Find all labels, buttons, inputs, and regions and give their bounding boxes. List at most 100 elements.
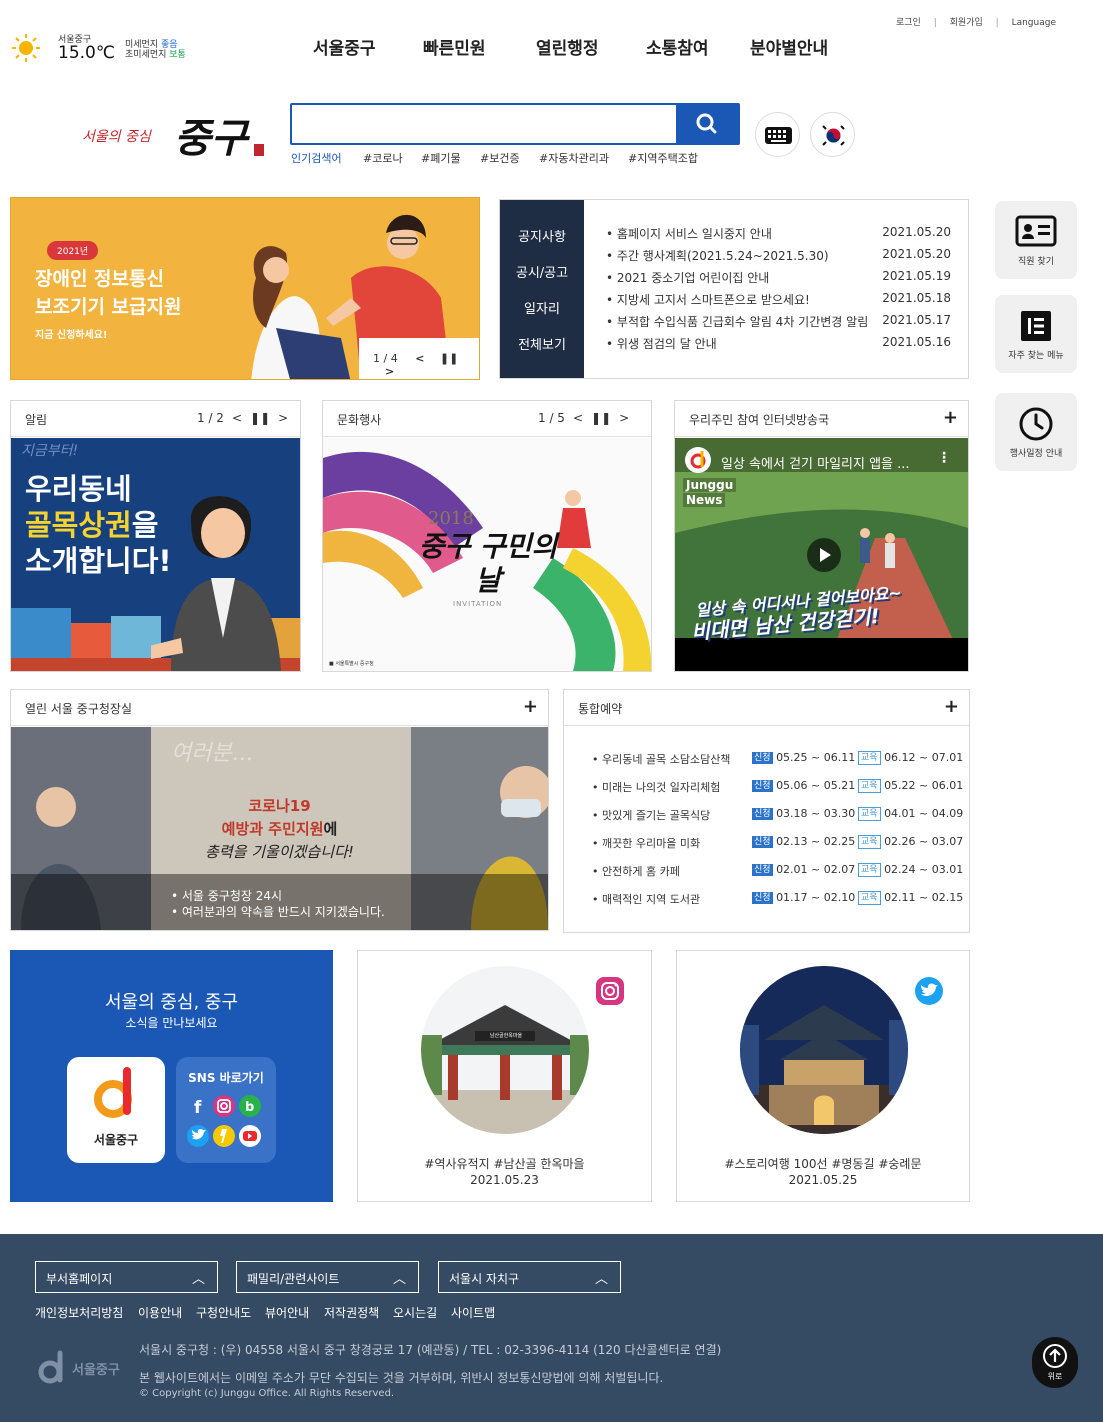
reservation-item[interactable]: • 맛있게 즐기는 골목식당 신청 03.18 ~ 03.30 교육 04.01 ~… [592, 807, 963, 823]
event-schedule-button[interactable]: 행사일정 안내 [995, 393, 1077, 471]
instagram-post[interactable]: 남산골한옥마을 #역사유적지 #남산골 한옥마을 2021.05.23 [357, 950, 652, 1202]
broadcast-video[interactable]: 일상 속에서 걷기 마일리지 앱을 ... ⋮ Junggu News 일상 속… [675, 438, 968, 671]
alim-controls: 1 / 2 < ❚❚ > [189, 411, 288, 425]
tag-housing[interactable]: #지역주택조합 [628, 150, 698, 166]
nav-field-guide[interactable]: 분야별안내 [750, 34, 828, 59]
culture-pager: 1 / 5 [538, 411, 565, 425]
nav-open-admin[interactable]: 열린행정 [536, 34, 599, 59]
blog-icon[interactable]: b [239, 1095, 261, 1117]
culture-prev-icon[interactable]: < [573, 411, 583, 425]
reservation-header: 통합예약 [564, 690, 969, 726]
weather-temp: 15.0℃ [58, 43, 115, 63]
copyright-policy-link[interactable]: 저작권정책 [324, 1304, 379, 1321]
notice-item[interactable]: • 주간 행사계획(2021.5.24~2021.5.30) 2021.05.20 [606, 247, 961, 264]
sns-title: 서울의 중심, 중구 [104, 992, 239, 1013]
alim-image[interactable]: 지금부터! 우리동네 골목상권을 소개합니다! [11, 438, 300, 671]
alim-woman-illustration [151, 496, 281, 671]
office-more-icon[interactable]: + [523, 696, 538, 717]
broadcast-more-icon[interactable]: + [943, 407, 958, 428]
alim-prev-icon[interactable]: < [232, 411, 242, 425]
tab-jobs[interactable]: 일자리 [500, 298, 584, 317]
culture-next-icon[interactable]: > [619, 411, 629, 425]
staff-search-button[interactable]: 직원 찾기 [995, 201, 1077, 279]
youtube-icon[interactable] [239, 1125, 261, 1147]
taegukgi-icon [822, 125, 845, 146]
notice-item[interactable]: • 홈페이지 서비스 일시중지 안내 2021.05.20 [606, 225, 961, 242]
tab-notice[interactable]: 공지사항 [500, 226, 584, 245]
dept-homepage-select[interactable]: 부서홈페이지 ︿ [35, 1261, 218, 1293]
tag-car[interactable]: #자동차관리과 [539, 150, 609, 166]
sns-sub: 소식을 만나보세요 [125, 1016, 218, 1030]
footer-logo-icon [38, 1350, 63, 1384]
junggu-logo[interactable]: 서울의 중심 중구 [82, 106, 267, 164]
twitter-post[interactable]: #스토리여행 100선 #명동길 #숭례문 2021.05.25 [676, 950, 970, 1202]
nav-seoul-junggu[interactable]: 서울중구 [313, 34, 376, 59]
frequent-menu-button[interactable]: 자주 찾는 메뉴 [995, 295, 1077, 373]
reservation-more-icon[interactable]: + [944, 696, 959, 717]
reservation-item[interactable]: • 우리동네 골목 소담소담산책 신청 05.25 ~ 06.11 교육 06.12… [592, 751, 963, 767]
twitter-tags: #스토리여행 100선 #명동길 #숭례문 [724, 1157, 922, 1171]
reservation-item[interactable]: • 미래는 나의것 일자리체험 신청 05.06 ~ 05.21 교육 05.22 … [592, 779, 963, 795]
scroll-top-button[interactable]: 위로 [1032, 1337, 1078, 1388]
office-title: 열린 서울 중구청장실 [25, 702, 132, 716]
korean-flag-button[interactable] [810, 112, 855, 157]
instagram-tags: #역사유적지 #남산골 한옥마을 [424, 1157, 585, 1171]
banner-badge: 2021년 [47, 241, 99, 260]
login-link[interactable]: 로그인 [896, 18, 921, 28]
directions-link[interactable]: 오시는길 [393, 1304, 437, 1321]
banner-pause-icon[interactable]: ❚❚ [440, 352, 458, 365]
tag-corona[interactable]: #코로나 [363, 150, 403, 166]
seoul-district-select[interactable]: 서울시 자치구 ︿ [438, 1261, 621, 1293]
office-image[interactable]: 여러분... 코로나19 예방과 주민지원에 총력을 기울이겠습니다! • 서울… [11, 727, 548, 930]
office-map-link[interactable]: 구청안내도 [196, 1304, 251, 1321]
reservation-item[interactable]: • 매력적인 지역 도서관 신청 01.17 ~ 02.10 교육 02.11 ~ … [592, 891, 963, 907]
notice-item[interactable]: • 2021 중소기업 어린이집 안내 2021.05.19 [606, 269, 961, 286]
chevron-up-icon: ︿ [392, 1272, 406, 1287]
family-site-select[interactable]: 패밀리/관련사이트 ︿ [236, 1261, 419, 1293]
junggu-app-button[interactable]: 서울중구 [67, 1057, 165, 1163]
nav-quick-civil[interactable]: 빠른민원 [423, 34, 486, 59]
reservation-item[interactable]: • 깨끗한 우리마을 미화 신청 02.13 ~ 02.25 교육 02.26 ~ … [592, 835, 963, 851]
reservation-title: 통합예약 [578, 702, 623, 716]
twitter-icon[interactable] [187, 1125, 209, 1147]
video-play-button[interactable] [807, 538, 841, 572]
banner-next-icon[interactable]: > [385, 365, 394, 378]
culture-controls: 1 / 5 < ❚❚ > [530, 411, 629, 425]
notice-item[interactable]: • 부적합 수입식품 긴급회수 알림 4차 기간변경 알림 2021.05.17 [606, 313, 961, 330]
tab-view-all[interactable]: 전체보기 [500, 334, 584, 353]
kakao-story-icon[interactable] [213, 1125, 235, 1147]
hanok-gate-photo [421, 966, 589, 1134]
alim-pause-icon[interactable]: ❚❚ [250, 411, 270, 425]
nav-communication[interactable]: 소통참여 [646, 34, 709, 59]
instagram-icon[interactable] [213, 1095, 235, 1117]
search-button[interactable] [676, 105, 738, 143]
main-banner[interactable]: 2021년 장애인 정보통신 보조기기 보급지원 지금 신청하세요! 1 / 4… [10, 197, 480, 380]
join-link[interactable]: 회원가입 [950, 18, 983, 28]
search-input[interactable] [292, 105, 676, 143]
keyboard-button[interactable] [755, 112, 800, 157]
notice-item[interactable]: • 지방세 고지서 스마트폰으로 받으세요! 2021.05.18 [606, 291, 961, 308]
tag-waste[interactable]: #폐기물 [421, 150, 461, 166]
sitemap-link[interactable]: 사이트맵 [451, 1304, 495, 1321]
notice-tabs: 공지사항 공시/공고 일자리 전체보기 [500, 200, 584, 378]
culture-image[interactable]: 2018 중구 구민의 날 INVITATION ■ 서울특별시 중구청 [323, 438, 651, 671]
video-menu-icon[interactable]: ⋮ [937, 450, 951, 466]
channel-logo-icon [685, 447, 711, 473]
banner-prev-icon[interactable]: < [415, 352, 424, 365]
keyboard-icon [765, 127, 792, 144]
banner-sub: 지금 신청하세요! [35, 330, 108, 341]
language-link[interactable]: Language [1012, 18, 1056, 28]
culture-pause-icon[interactable]: ❚❚ [591, 411, 611, 425]
tag-health-cert[interactable]: #보건증 [480, 150, 520, 166]
footer-copyright: © Copyright (c) Junggu Office. All Right… [139, 1388, 395, 1399]
banner-pager: 1 / 4 [373, 352, 398, 365]
alim-next-icon[interactable]: > [278, 411, 288, 425]
search-box [290, 103, 740, 145]
reservation-item[interactable]: • 안전하게 홈 카페 신청 02.01 ~ 02.07 교육 02.24 ~ 03… [592, 863, 963, 879]
usage-guide-link[interactable]: 이용안내 [138, 1304, 182, 1321]
facebook-icon[interactable]: f [187, 1095, 209, 1118]
privacy-policy-link[interactable]: 개인정보처리방침 [35, 1304, 123, 1321]
viewer-guide-link[interactable]: 뷰어안내 [265, 1304, 309, 1321]
notice-item[interactable]: • 위생 점검의 달 안내 2021.05.16 [606, 335, 961, 352]
tab-announcement[interactable]: 공시/공고 [500, 262, 584, 281]
